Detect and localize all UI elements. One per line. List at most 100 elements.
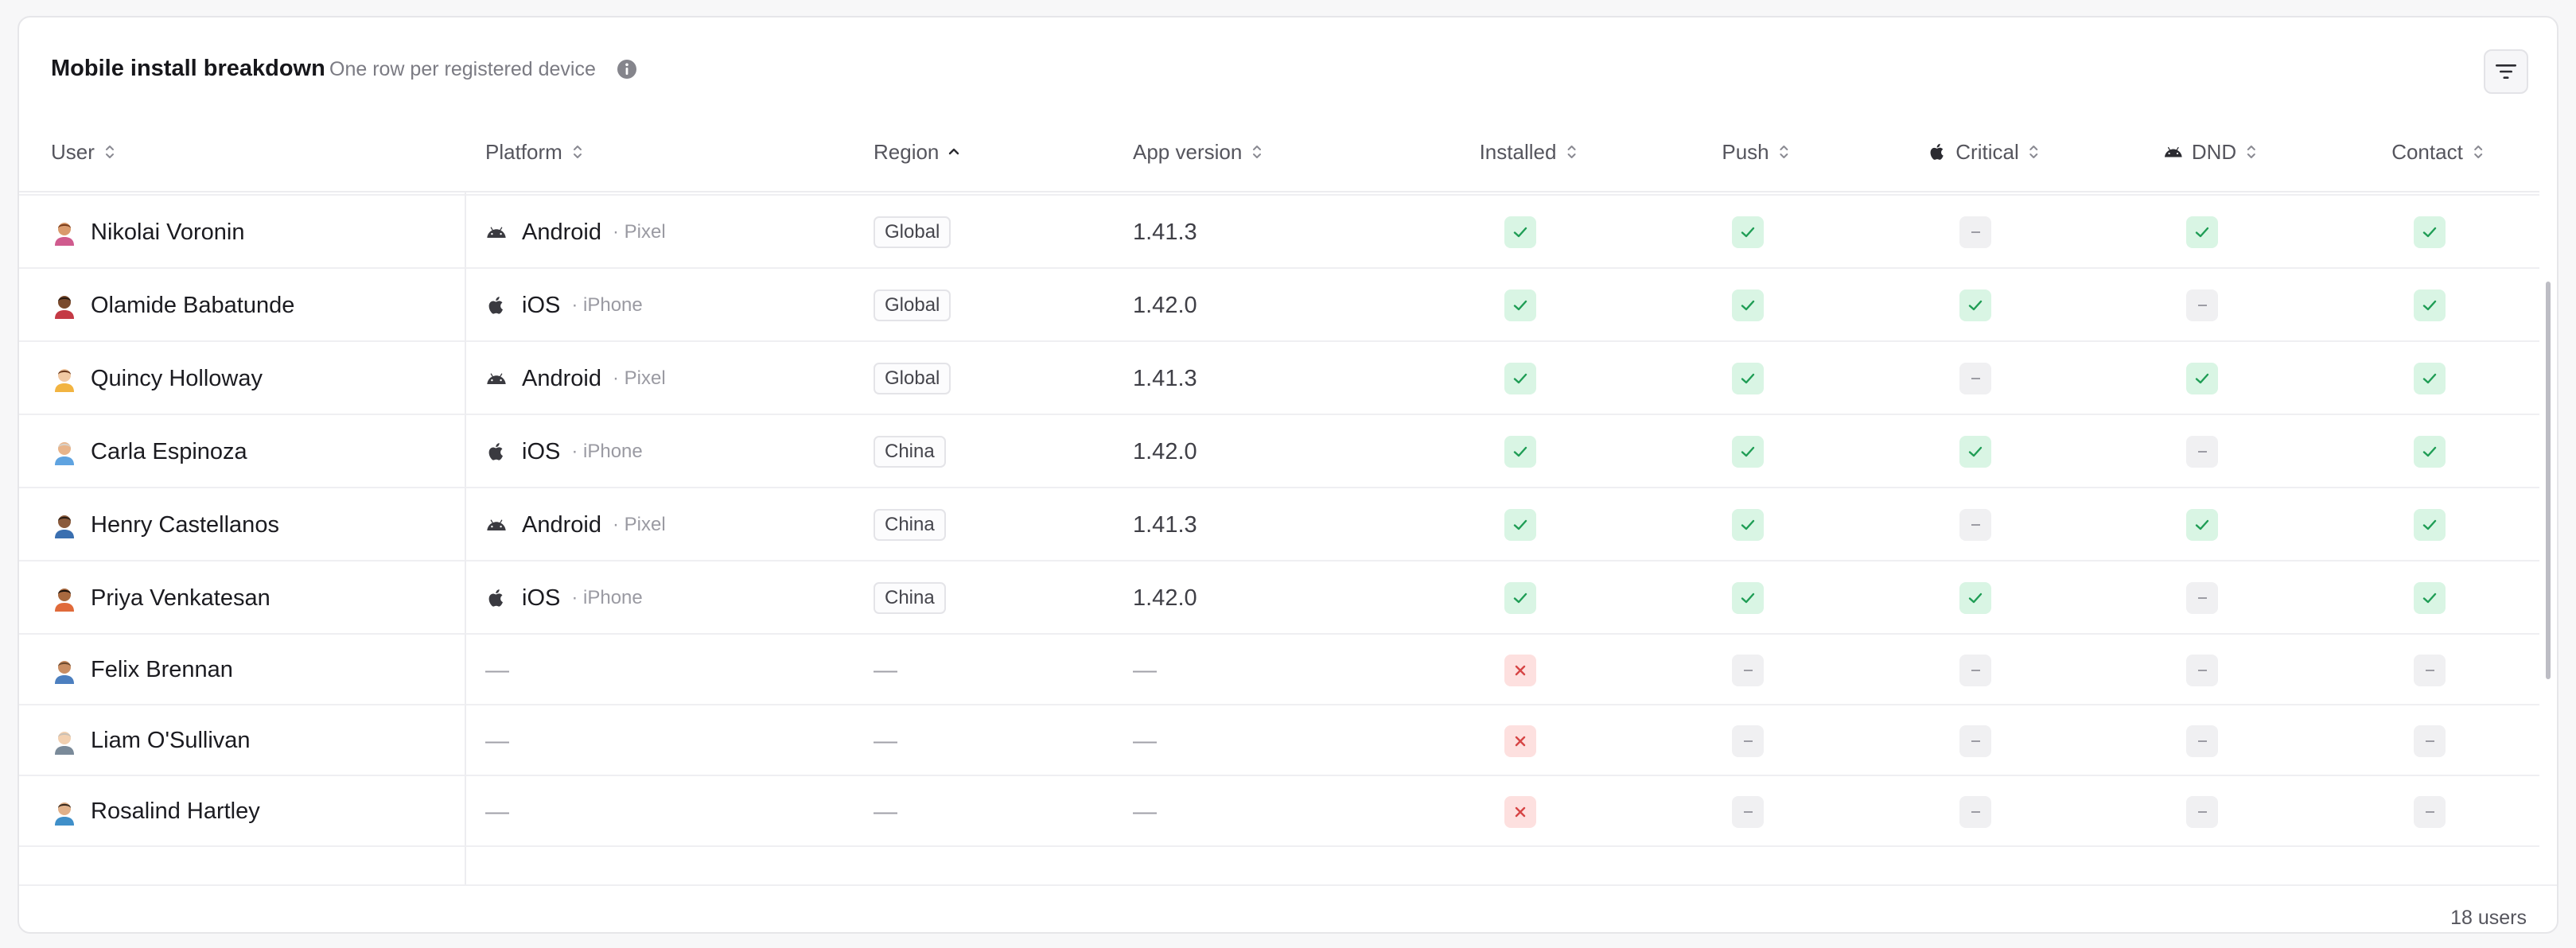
device-name: · Pixel: [612, 367, 666, 389]
table-row[interactable]: Priya Venkatesan iOS · iPhone China 1.42.0: [19, 561, 2539, 635]
not-applicable-icon: [2414, 725, 2446, 757]
table-row[interactable]: Olamide Babatunde iOS · iPhone Global 1.42.0: [19, 269, 2539, 342]
contact-status-cell: [2414, 488, 2446, 561]
column-header-label: Region: [874, 139, 940, 164]
user-cell: Nikolai Voronin: [51, 196, 244, 269]
not-applicable-icon: [1959, 509, 1991, 541]
user-cell: Olamide Babatunde: [51, 269, 294, 342]
installed-status-cell: [1504, 269, 1536, 342]
check-icon: [1732, 289, 1764, 321]
avatar: [55, 369, 74, 392]
region-cell: —: [874, 635, 897, 705]
check-icon: [1959, 289, 1991, 321]
table-row[interactable]: Henry Castellanos Android · Pixel China 1.41…: [19, 488, 2539, 561]
column-header-region[interactable]: Region: [874, 111, 959, 192]
app-version: 1.42.0: [1133, 438, 1197, 464]
platform-name: Android: [522, 365, 601, 391]
apple-icon: [485, 294, 508, 317]
empty-value: —: [874, 656, 897, 683]
check-icon: [1732, 216, 1764, 248]
cross-icon: [1504, 654, 1536, 686]
check-icon: [1504, 509, 1536, 541]
app-version: 1.42.0: [1133, 585, 1197, 611]
apple-icon: [1927, 142, 1948, 162]
dnd-status-cell: [2186, 776, 2218, 847]
avatar: [55, 442, 74, 465]
device-name: · iPhone: [571, 587, 643, 608]
not-applicable-icon: [1732, 654, 1764, 686]
card-header: Mobile install breakdown One row per reg…: [19, 17, 2557, 111]
dnd-status-cell: [2186, 342, 2218, 415]
sort-icon[interactable]: [2246, 142, 2257, 161]
avatar: [55, 296, 74, 319]
user-name: Rosalind Hartley: [91, 798, 260, 824]
user-name: Quincy Holloway: [91, 365, 263, 391]
check-icon: [2414, 509, 2446, 541]
table-row[interactable]: Quincy Holloway Android · Pixel Global 1.41.…: [19, 342, 2539, 415]
empty-value: —: [485, 798, 509, 825]
sort-icon[interactable]: [572, 142, 583, 161]
table-footer: 18 users: [19, 884, 2557, 932]
check-icon: [1959, 436, 1991, 468]
check-icon: [1504, 216, 1536, 248]
filter-button[interactable]: [2484, 49, 2528, 94]
column-header-push[interactable]: Push: [1722, 111, 1789, 192]
region-tag: China: [874, 582, 946, 614]
platform-cell: —: [485, 705, 509, 776]
android-icon: [485, 514, 508, 536]
column-header-app-version[interactable]: App version: [1133, 111, 1263, 192]
app-version-cell: —: [1133, 635, 1157, 705]
cross-icon: [1504, 795, 1536, 828]
column-header-platform[interactable]: Platform: [485, 111, 583, 192]
column-header-label: Push: [1722, 139, 1769, 164]
column-header-dnd[interactable]: DND: [2163, 111, 2257, 192]
app-version-cell: 1.41.3: [1133, 342, 1197, 415]
sort-icon[interactable]: [2473, 142, 2484, 161]
dnd-status-cell: [2186, 488, 2218, 561]
avatar: [55, 515, 74, 538]
critical-status-cell: [1959, 488, 1991, 561]
region-tag: Global: [874, 289, 951, 321]
dnd-status-cell: [2186, 269, 2218, 342]
not-applicable-icon: [1732, 795, 1764, 828]
critical-status-cell: [1959, 561, 1991, 635]
push-status-cell: [1732, 342, 1764, 415]
vertical-scrollbar[interactable]: [2543, 113, 2554, 868]
sort-icon[interactable]: [1251, 142, 1263, 161]
table-row[interactable]: Rosalind Hartley — — —: [19, 776, 2539, 847]
check-icon: [1504, 363, 1536, 394]
sort-icon[interactable]: [2029, 142, 2040, 161]
column-header-user[interactable]: User: [51, 111, 115, 192]
user-cell: Rosalind Hartley: [51, 776, 260, 847]
apple-icon: [485, 587, 508, 609]
sort-ascending-icon[interactable]: [948, 142, 959, 161]
region-tag: China: [874, 509, 946, 541]
column-header-label: Installed: [1479, 139, 1557, 164]
info-icon[interactable]: [616, 58, 638, 80]
not-applicable-icon: [2186, 795, 2218, 828]
table-row[interactable]: Nikolai Voronin Android · Pixel Global 1.41.…: [19, 196, 2539, 269]
contact-status-cell: [2414, 635, 2446, 705]
dnd-status-cell: [2186, 415, 2218, 488]
sort-icon[interactable]: [1779, 142, 1790, 161]
platform-name: Android: [522, 219, 601, 245]
column-header-critical[interactable]: Critical: [1927, 111, 2039, 192]
push-status-cell: [1732, 415, 1764, 488]
platform-cell: —: [485, 776, 509, 847]
region-cell: Global: [874, 342, 951, 415]
scrollbar-thumb[interactable]: [2546, 282, 2551, 679]
not-applicable-icon: [2186, 582, 2218, 614]
column-header-installed[interactable]: Installed: [1480, 111, 1578, 192]
region-tag: China: [874, 436, 946, 468]
table-row[interactable]: Felix Brennan — — —: [19, 635, 2539, 705]
sort-icon[interactable]: [104, 142, 115, 161]
installed-status-cell: [1504, 635, 1536, 705]
installed-status-cell: [1504, 196, 1536, 269]
table-row[interactable]: Liam O'Sullivan — — —: [19, 705, 2539, 776]
sort-icon[interactable]: [1566, 142, 1577, 161]
filter-icon: [2496, 64, 2516, 79]
table-row[interactable]: Carla Espinoza iOS · iPhone China 1.42.0: [19, 415, 2539, 488]
user-cell: Liam O'Sullivan: [51, 705, 251, 776]
column-header-contact[interactable]: Contact: [2391, 111, 2484, 192]
avatar: [55, 223, 74, 246]
